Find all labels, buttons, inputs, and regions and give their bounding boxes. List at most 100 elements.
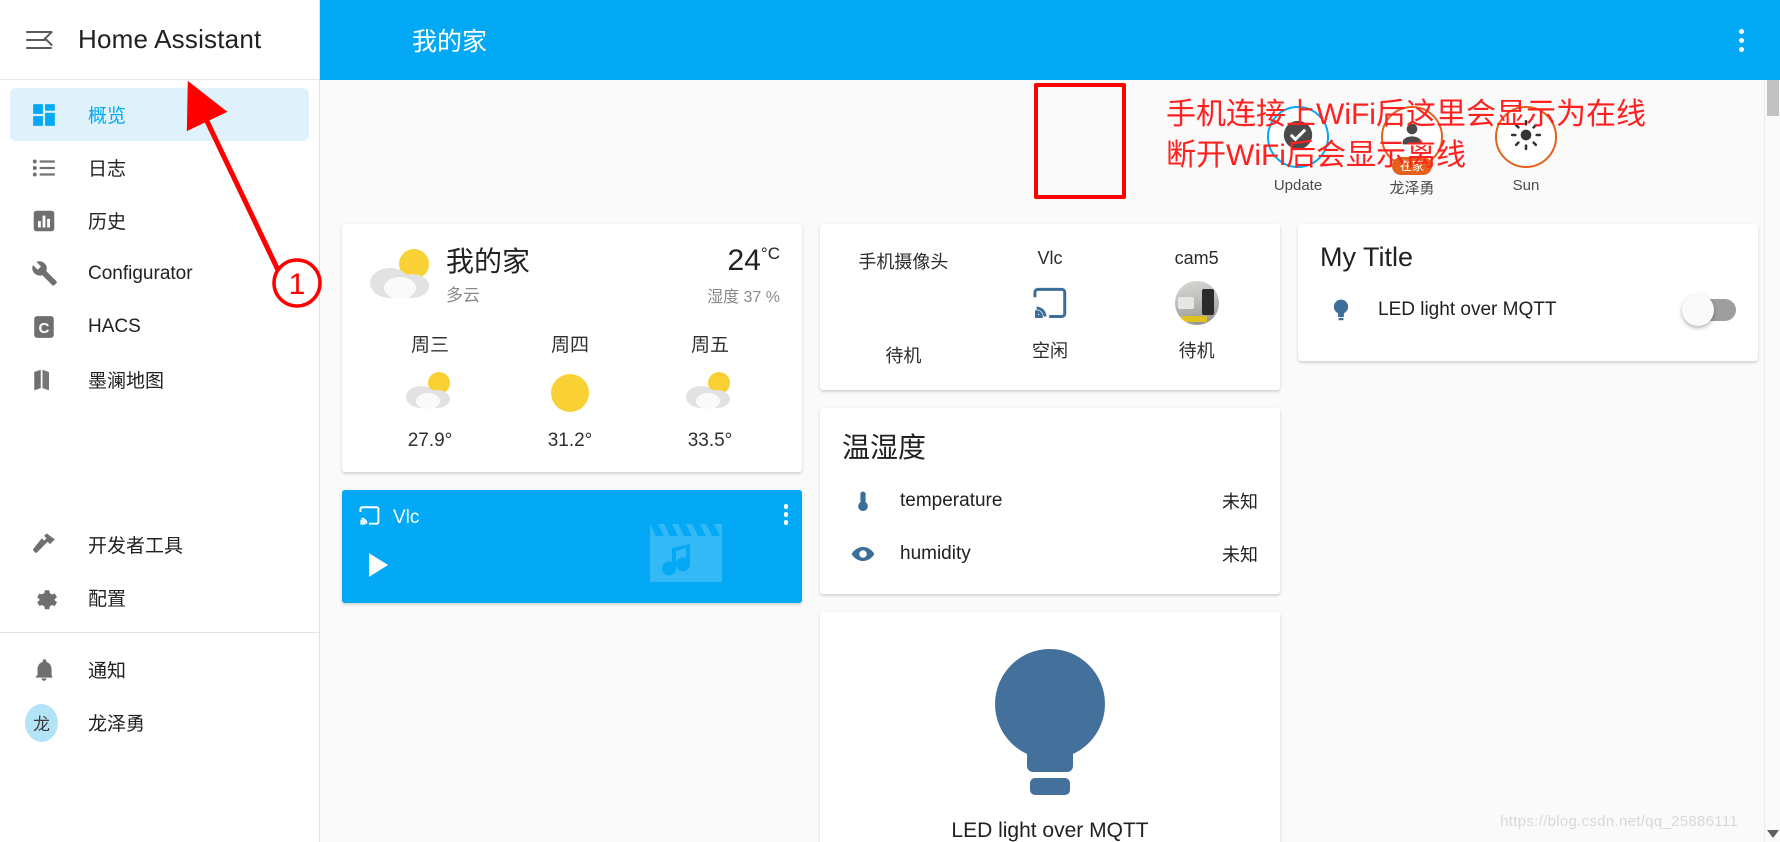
entity-name: LED light over MQTT (1378, 299, 1557, 320)
avatar-initial: 龙 (25, 703, 58, 742)
topbar: 我的家 (320, 0, 1780, 80)
sidebar-item-label: 墨澜地图 (88, 371, 165, 392)
sidebar-item-label: Configurator (88, 262, 193, 284)
sidebar-item-hacs[interactable]: C HACS (10, 300, 309, 353)
weather-temp-block: 24°C 湿度 37 % (707, 244, 780, 307)
lightbulb-icon (1320, 297, 1362, 323)
glance-item-phone-camera[interactable]: 手机摄像头 待机 (830, 248, 977, 368)
weather-header: 我的家 多云 24°C 湿度 37 % (360, 242, 780, 308)
entity-row-humidity[interactable]: humidity 未知 (842, 527, 1258, 580)
sidebar-item-label: HACS (88, 315, 141, 337)
weather-forecast: 周三 27.9° 周四 31.2° 周五 33.5° (360, 330, 780, 452)
view-dashboard-icon (30, 101, 58, 129)
hammer-icon (30, 531, 58, 559)
partly-cloudy-icon (399, 367, 461, 420)
light-picture-card[interactable]: LED light over MQTT (820, 612, 1280, 842)
main-area: 我的家 Update 在家 龙泽勇 Sun 手机连接上WiFi后这里会显示为在线… (320, 0, 1780, 842)
eye-icon (842, 541, 884, 567)
entity-row-led-light[interactable]: LED light over MQTT (1320, 281, 1736, 339)
home-assistant-app: Home Assistant 概览 日志 历史 Configurator C H… (0, 0, 1780, 842)
badge-label: 龙泽勇 (1389, 180, 1435, 197)
glance-item-vlc[interactable]: Vlc 空闲 (977, 248, 1124, 368)
column-left: 我的家 多云 24°C 湿度 37 % 周三 27.9° 周四 31.2° 周五… (342, 224, 802, 603)
cast-icon (1031, 281, 1069, 325)
sidebar-item-developer-tools[interactable]: 开发者工具 (10, 518, 309, 571)
format-list-bulleted-icon (30, 154, 58, 182)
vertical-scrollbar[interactable] (1764, 80, 1780, 842)
sidebar-item-label: 历史 (88, 212, 127, 233)
glance-item-cam5[interactable]: cam5 待机 (1123, 248, 1270, 368)
card-title: My Title (1320, 242, 1414, 272)
glance-item-state: 空闲 (1032, 341, 1068, 361)
glance-item-state: 待机 (885, 346, 922, 366)
wrench-icon (30, 260, 58, 288)
lightbulb-icon (975, 642, 1125, 805)
forecast-day-label: 周四 (550, 335, 589, 356)
weather-condition: 多云 (446, 285, 480, 305)
annotation-highlight-box (1034, 83, 1126, 199)
weather-card[interactable]: 我的家 多云 24°C 湿度 37 % 周三 27.9° 周四 31.2° 周五… (342, 224, 802, 472)
forecast-day: 周四 31.2° (500, 330, 640, 452)
glance-item-state: 待机 (1178, 341, 1215, 361)
my-title-card: My Title LED light over MQTT (1298, 224, 1758, 361)
avatar: 龙 (25, 703, 58, 742)
sidebar-item-history[interactable]: 历史 (10, 194, 309, 247)
annotation-text-line1: 手机连接上WiFi后这里会显示为在线 (1166, 98, 1646, 131)
forecast-temp: 27.9° (407, 430, 453, 451)
glance-item-name: cam5 (1174, 248, 1219, 268)
sidebar-item-label: 通知 (88, 661, 127, 682)
sunny-icon (539, 367, 601, 420)
sidebar-item-label: 日志 (88, 159, 127, 180)
sidebar-item-logbook[interactable]: 日志 (10, 141, 309, 194)
sidebar-item-map[interactable]: 墨澜地图 (10, 353, 309, 406)
entity-name: humidity (900, 542, 971, 564)
play-icon[interactable] (358, 546, 396, 589)
page-title: 我的家 (412, 28, 488, 56)
music-video-icon (648, 522, 724, 589)
dashboard-content: Update 在家 龙泽勇 Sun 手机连接上WiFi后这里会显示为在线 断开W… (320, 80, 1780, 842)
sidebar-nav: 概览 日志 历史 Configurator C HACS 墨澜地图 开发者工具 … (0, 80, 319, 749)
scrollbar-thumb[interactable] (1767, 80, 1779, 116)
app-brand-title: Home Assistant (78, 24, 262, 54)
sidebar-item-label: 概览 (88, 106, 127, 127)
glance-card: 手机摄像头 待机 Vlc 空闲 cam5 待机 (820, 224, 1280, 390)
light-name: LED light over MQTT (951, 819, 1149, 842)
partly-cloudy-icon (679, 367, 741, 420)
annotation-text-line2: 断开WiFi后会显示离线 (1166, 139, 1466, 172)
sidebar-item-configuration[interactable]: 配置 (10, 571, 309, 624)
thermometer-icon (842, 489, 884, 513)
hamburger-collapse-icon[interactable] (26, 28, 60, 52)
chart-box-icon (30, 207, 58, 235)
sidebar-item-label: 配置 (88, 589, 127, 610)
light-toggle-switch[interactable] (1682, 294, 1736, 326)
weather-names: 我的家 多云 (446, 245, 707, 306)
sidebar-item-label: 开发者工具 (88, 536, 184, 557)
forecast-day: 周三 27.9° (360, 330, 500, 452)
weather-temperature-unit: °C (760, 243, 780, 263)
forecast-temp: 31.2° (547, 430, 593, 451)
dots-vertical-icon[interactable] (1724, 23, 1758, 57)
sidebar-item-user-profile[interactable]: 龙 龙泽勇 (10, 696, 309, 749)
sidebar: Home Assistant 概览 日志 历史 Configurator C H… (0, 0, 320, 842)
entity-row-temperature[interactable]: temperature 未知 (842, 474, 1258, 527)
cast-icon (358, 504, 381, 532)
sidebar-item-notifications[interactable]: 通知 (10, 643, 309, 696)
chevron-down-icon[interactable] (1767, 830, 1779, 838)
sidebar-item-configurator[interactable]: Configurator (10, 247, 309, 300)
forecast-temp: 33.5° (687, 430, 733, 451)
glance-item-name: Vlc (1037, 248, 1063, 268)
badge-label: Update (1273, 177, 1323, 194)
svg-text:C: C (39, 319, 50, 336)
weather-location: 我的家 (446, 245, 531, 277)
sidebar-item-label: 龙泽勇 (88, 714, 146, 735)
forecast-day-label: 周五 (690, 335, 729, 356)
glance-item-name: 手机摄像头 (858, 252, 949, 272)
camera-thumbnail (1174, 281, 1219, 325)
entity-name: temperature (900, 489, 1003, 511)
media-player-card[interactable]: Vlc (342, 490, 802, 603)
media-player-name: Vlc (393, 507, 420, 528)
dots-vertical-icon[interactable] (783, 504, 788, 525)
cog-icon (30, 584, 58, 612)
weather-humidity: 湿度 37 % (707, 288, 780, 306)
sidebar-item-overview[interactable]: 概览 (10, 88, 309, 141)
